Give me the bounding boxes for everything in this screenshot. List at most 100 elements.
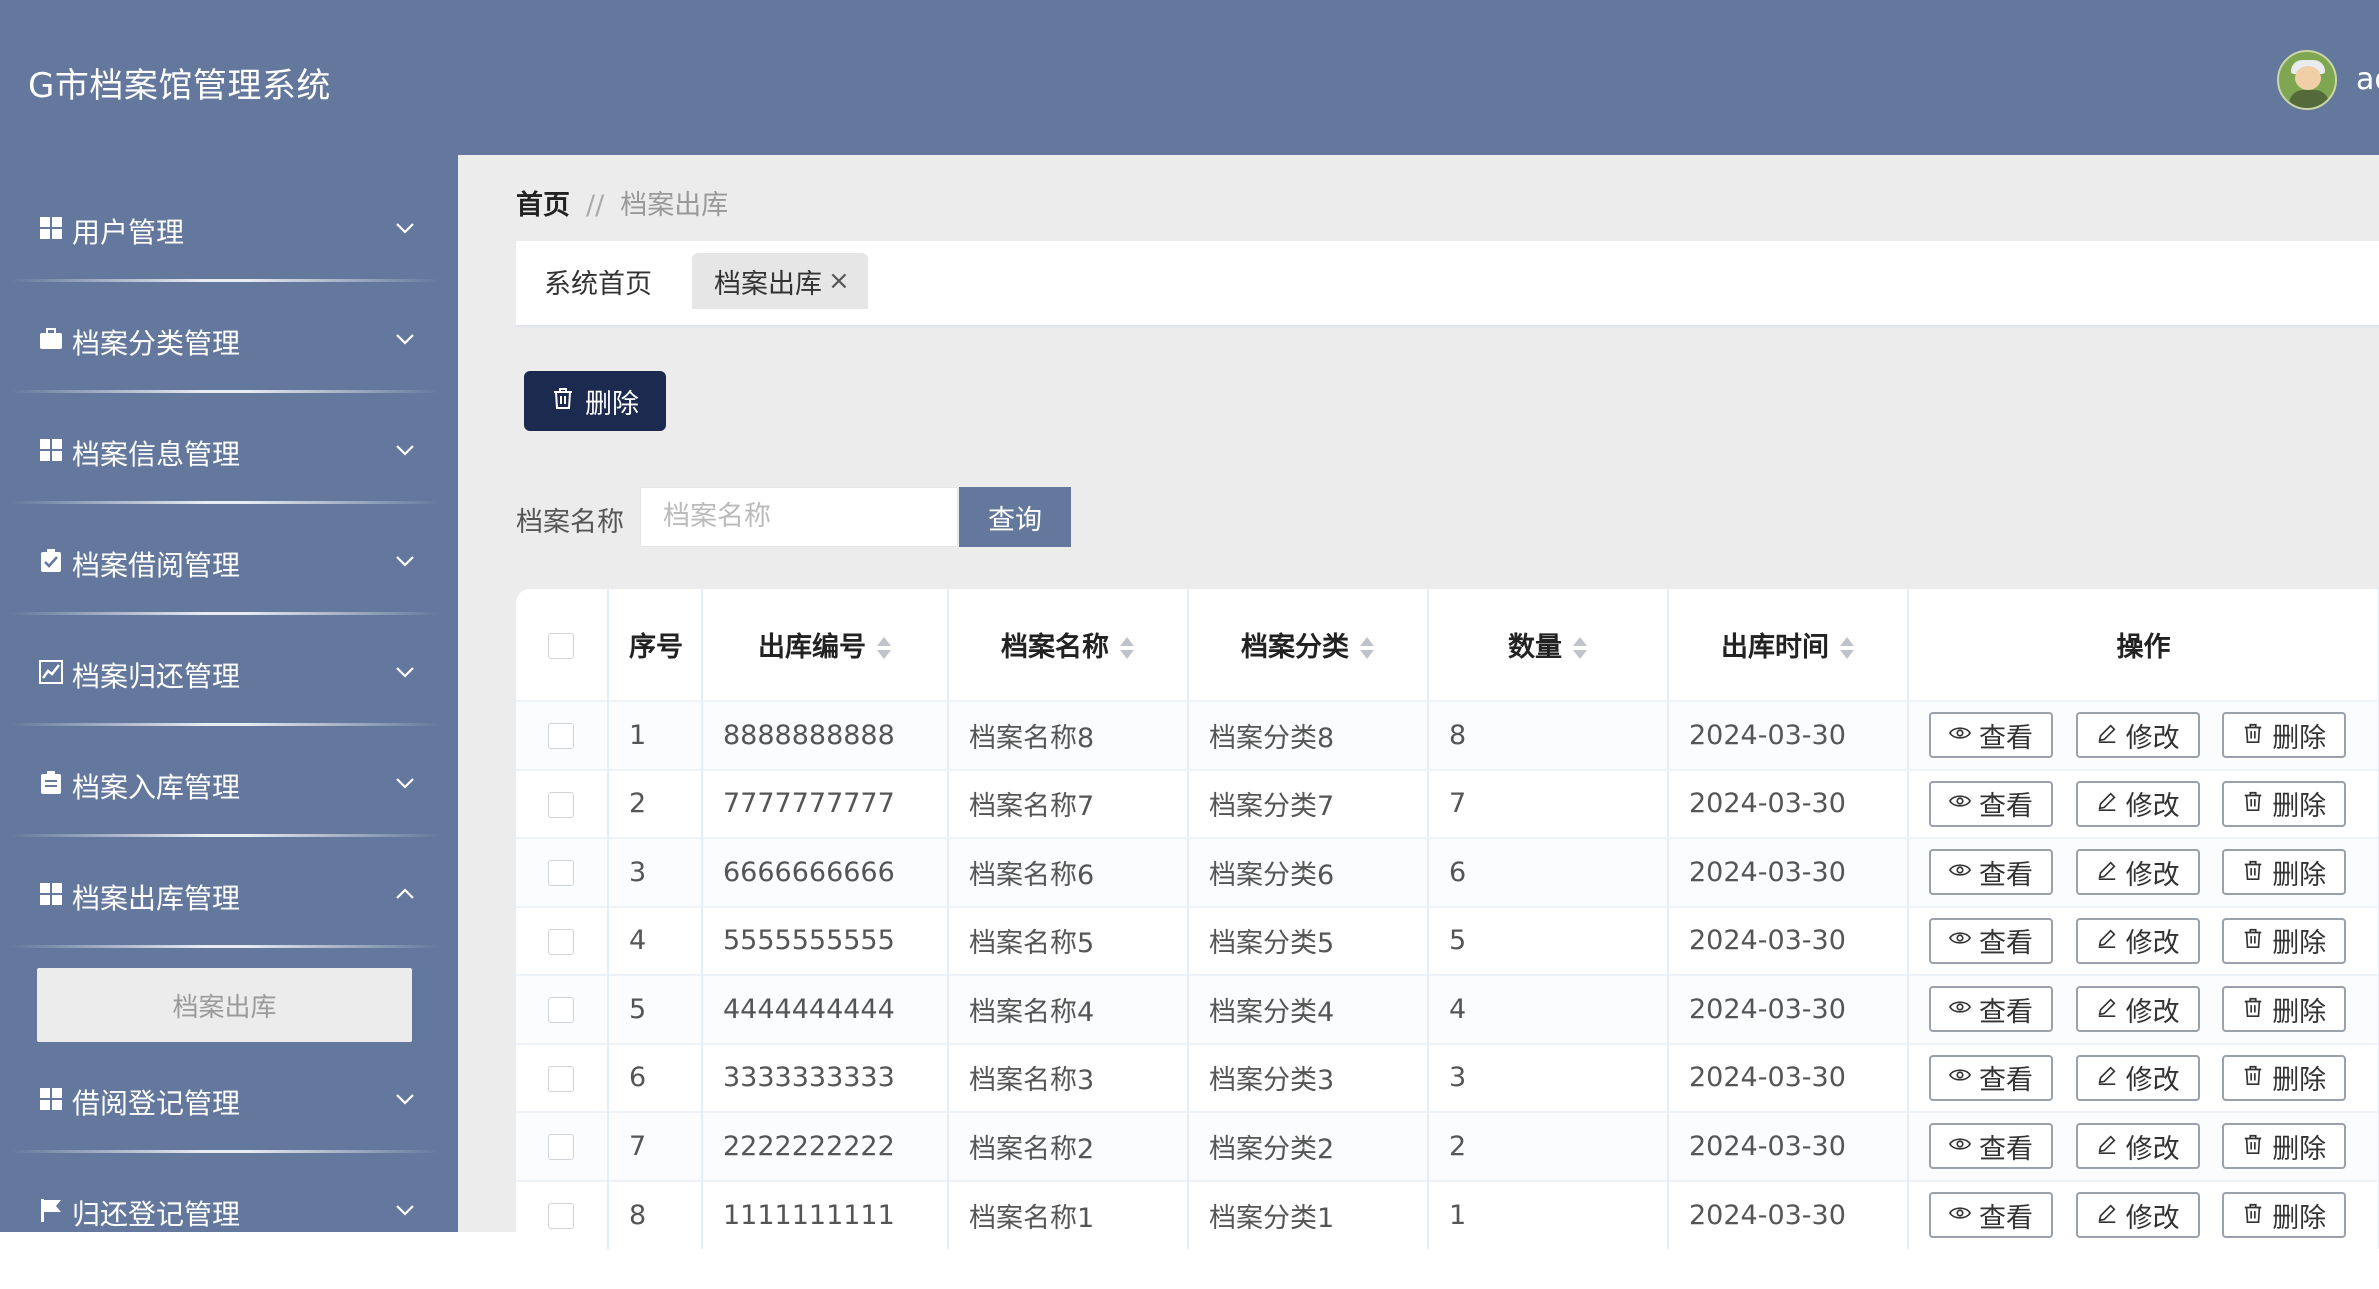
close-icon[interactable]: × (828, 266, 850, 296)
view-button[interactable]: 查看 (1929, 849, 2053, 896)
edit-button[interactable]: 修改 (2075, 986, 2200, 1033)
search-input[interactable]: 档案名称 (640, 487, 958, 547)
search-button[interactable]: 查询 (959, 487, 1071, 547)
edit-button[interactable]: 修改 (2075, 1123, 2200, 1170)
table-row: 8 1111111111 档案名称1 档案分类1 1 2024-03-30 查看… (516, 1179, 2379, 1249)
edit-button[interactable]: 修改 (2075, 849, 2200, 896)
header-quantity[interactable]: 数量 (1428, 589, 1669, 701)
header-out-number[interactable]: 出库编号 (702, 589, 949, 701)
view-button[interactable]: 查看 (1929, 1192, 2053, 1239)
sort-icon[interactable] (1572, 636, 1588, 662)
cell-archive-category: 档案分类6 (1188, 837, 1429, 907)
view-button[interactable]: 查看 (1929, 1054, 2053, 1101)
table-row: 3 6666666666 档案名称6 档案分类6 6 2024-03-30 查看… (516, 837, 2379, 907)
breadcrumb-home[interactable]: 首页 (516, 190, 570, 221)
edit-label: 修改 (2125, 996, 2180, 1028)
sort-icon[interactable] (1119, 636, 1135, 662)
batch-delete-button[interactable]: 删除 (524, 371, 666, 431)
cell-quantity: 2 (1428, 1111, 1669, 1181)
cell-quantity: 6 (1428, 837, 1669, 907)
row-checkbox[interactable] (548, 1203, 574, 1230)
edit-button[interactable]: 修改 (2075, 712, 2200, 759)
sidebar-item-label: 用户管理 (72, 216, 185, 249)
cell-archive-name: 档案名称3 (948, 1042, 1189, 1112)
header-label: 数量 (1508, 632, 1562, 663)
tab-archive-out[interactable]: 档案出库 × (692, 253, 868, 309)
view-label: 查看 (1979, 1065, 2033, 1097)
sort-icon[interactable] (1359, 636, 1375, 662)
row-checkbox[interactable] (548, 791, 574, 818)
view-button[interactable]: 查看 (1929, 712, 2053, 759)
row-checkbox[interactable] (548, 997, 574, 1024)
main-content: 首页//档案出库 系统首页 档案出库 × 删除 档案名称 档案名称 查询 序号 出… (458, 155, 2379, 1289)
header-archive-name[interactable]: 档案名称 (948, 589, 1189, 701)
cell-index: 8 (608, 1179, 703, 1249)
row-checkbox[interactable] (548, 1065, 574, 1092)
tab-label: 系统首页 (544, 268, 652, 300)
chevron-down-icon (392, 548, 418, 574)
avatar-face (2295, 66, 2321, 90)
view-button[interactable]: 查看 (1929, 986, 2053, 1033)
view-button[interactable]: 查看 (1929, 1123, 2053, 1170)
tab-home[interactable]: 系统首页 (544, 253, 652, 309)
delete-button[interactable]: 删除 (2222, 917, 2347, 964)
delete-label: 删除 (2272, 928, 2327, 960)
edit-label: 修改 (2125, 1065, 2180, 1097)
delete-label: 删除 (2272, 859, 2327, 891)
header-out-time[interactable]: 出库时间 (1668, 589, 1909, 701)
delete-label: 删除 (2272, 722, 2327, 754)
sidebar-item-archive-return[interactable]: 档案归还管理 (0, 599, 458, 726)
edit-button[interactable]: 修改 (2075, 1054, 2200, 1101)
sidebar-item-label: 档案归还管理 (72, 660, 241, 693)
cell-out-number: 1111111111 (702, 1179, 949, 1249)
avatar[interactable] (2277, 50, 2337, 110)
sidebar-item-archive-in[interactable]: 档案入库管理 (0, 710, 458, 837)
cell-actions: 查看 修改 删除 (1908, 1042, 2379, 1112)
row-checkbox-cell (516, 768, 609, 838)
tab-bar: 系统首页 档案出库 × (516, 241, 2379, 327)
sidebar-item-archive-borrow[interactable]: 档案借阅管理 (0, 488, 458, 615)
view-label: 查看 (1979, 722, 2033, 754)
delete-button[interactable]: 删除 (2222, 986, 2347, 1033)
cell-out-number: 4444444444 (702, 974, 949, 1044)
avatar-body (2289, 90, 2329, 108)
delete-button[interactable]: 删除 (2222, 1192, 2347, 1239)
header-archive-category[interactable]: 档案分类 (1188, 589, 1429, 701)
sidebar-item-return-register[interactable]: 归还登记管理 (0, 1137, 458, 1247)
row-checkbox[interactable] (548, 1134, 574, 1161)
row-checkbox[interactable] (548, 723, 574, 750)
view-button[interactable]: 查看 (1929, 780, 2053, 827)
sidebar-item-archive-info[interactable]: 档案信息管理 (0, 377, 458, 504)
delete-button[interactable]: 删除 (2222, 712, 2347, 759)
delete-button[interactable]: 删除 (2222, 780, 2347, 827)
edit-button[interactable]: 修改 (2075, 917, 2200, 964)
cell-out-time: 2024-03-30 (1668, 768, 1909, 838)
delete-button[interactable]: 删除 (2222, 1123, 2347, 1170)
edit-icon (2096, 925, 2118, 956)
sidebar-item-archive-category[interactable]: 档案分类管理 (0, 266, 458, 393)
edit-label: 修改 (2125, 722, 2180, 754)
sort-icon[interactable] (1839, 636, 1855, 662)
sidebar-item-archive-out[interactable]: 档案出库管理 (0, 821, 458, 948)
row-checkbox[interactable] (548, 928, 574, 955)
delete-label: 删除 (2272, 791, 2327, 823)
view-button[interactable]: 查看 (1929, 917, 2053, 964)
table-row: 1 8888888888 档案名称8 档案分类8 8 2024-03-30 查看… (516, 700, 2379, 770)
delete-button[interactable]: 删除 (2222, 849, 2347, 896)
sidebar-item-user-management[interactable]: 用户管理 (0, 155, 458, 282)
delete-button[interactable]: 删除 (2222, 1054, 2347, 1101)
cell-archive-category: 档案分类5 (1188, 905, 1429, 975)
edit-button[interactable]: 修改 (2075, 1192, 2200, 1239)
edit-button[interactable]: 修改 (2075, 780, 2200, 827)
sidebar-item-borrow-register[interactable]: 借阅登记管理 (0, 1026, 458, 1153)
cell-archive-name: 档案名称4 (948, 974, 1189, 1044)
user-name[interactable]: ad (2356, 62, 2379, 97)
eye-icon (1948, 788, 1972, 819)
row-checkbox[interactable] (548, 860, 574, 887)
select-all-checkbox[interactable] (548, 632, 574, 659)
edit-icon (2096, 1200, 2118, 1231)
batch-delete-label: 删除 (585, 388, 639, 420)
sort-icon[interactable] (876, 636, 892, 662)
trash-icon (2242, 720, 2264, 751)
cell-out-time: 2024-03-30 (1668, 1179, 1909, 1249)
